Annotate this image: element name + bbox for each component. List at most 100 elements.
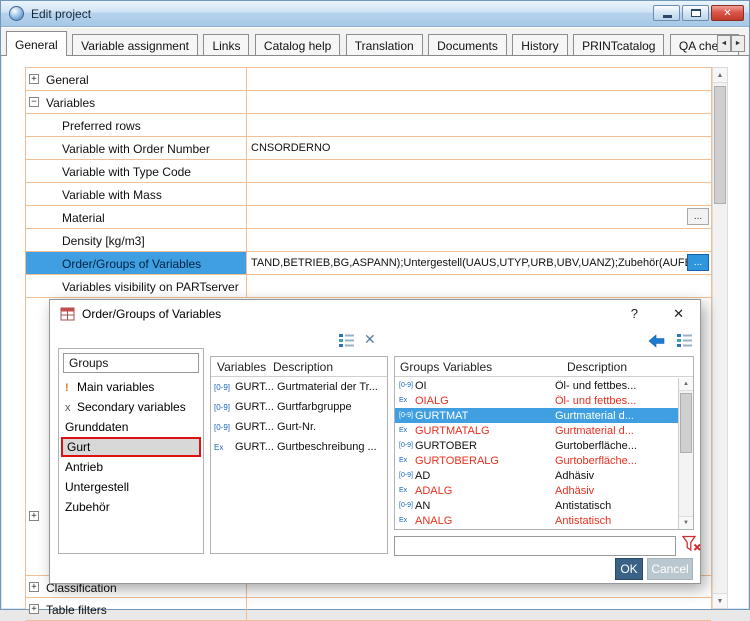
tab-documents[interactable]: Documents xyxy=(428,34,507,55)
row-variables-visibility-partserver[interactable]: Variables visibility on PARTserver xyxy=(26,275,711,298)
row-variables[interactable]: − Variables xyxy=(26,91,711,114)
text-variable-icon: Ex xyxy=(211,443,235,452)
variable-description: Öl- und fettbes... xyxy=(555,380,678,392)
assign-group-icon[interactable] xyxy=(338,333,355,351)
numeric-variable-icon: [0-9] xyxy=(211,423,235,432)
selection-row-gurtmatalg[interactable]: Ex GURTMATALG Gurtmaterial d... xyxy=(395,423,678,438)
browse-button[interactable]: ... xyxy=(687,254,709,271)
tab-history[interactable]: History xyxy=(512,34,567,55)
property-value: CNSORDERNO xyxy=(246,137,711,159)
numeric-variable-icon: [0-9] xyxy=(395,442,415,449)
expander-icon[interactable]: − xyxy=(29,97,39,107)
variable-name: GURTOBER xyxy=(415,440,555,452)
expander-icon[interactable]: + xyxy=(29,511,39,521)
remove-icon[interactable]: ✕ xyxy=(364,331,376,348)
tab-translation[interactable]: Translation xyxy=(346,34,423,55)
property-label: Preferred rows xyxy=(42,114,246,136)
property-label: Table filters xyxy=(42,598,246,620)
browse-button[interactable]: ... xyxy=(687,208,709,225)
tab-links[interactable]: Links xyxy=(203,34,249,55)
group-item-grunddaten[interactable]: Grunddaten xyxy=(59,417,203,437)
scroll-thumb[interactable] xyxy=(714,86,726,204)
minimize-button[interactable] xyxy=(653,5,680,21)
group-item-main-variables[interactable]: !Main variables xyxy=(59,377,203,397)
tab-printcatalog[interactable]: PRINTcatalog xyxy=(573,34,664,55)
main-scrollbar[interactable]: ▲ ▼ xyxy=(712,67,728,609)
tab-general[interactable]: General xyxy=(6,31,67,56)
tab-scroll-right-icon[interactable]: ► xyxy=(731,35,745,52)
tab-scroll-left-icon[interactable]: ◄ xyxy=(717,35,731,52)
variable-description: Adhäsiv xyxy=(555,470,678,482)
selection-row-ad[interactable]: [0-9] AD Adhäsiv xyxy=(395,468,678,483)
tab-variable-assignment[interactable]: Variable assignment xyxy=(72,34,198,55)
group-item-untergestell[interactable]: Untergestell xyxy=(59,477,203,497)
property-label: Density [kg/m3] xyxy=(42,229,246,251)
filter-clear-icon[interactable] xyxy=(682,535,702,556)
group-item-gurt[interactable]: Gurt xyxy=(61,437,201,457)
variable-description: Gurtmaterial d... xyxy=(555,425,678,437)
help-icon[interactable]: ? xyxy=(631,306,638,321)
expander-icon[interactable]: + xyxy=(29,74,39,84)
scroll-thumb[interactable] xyxy=(680,393,692,453)
variable-description: Antistatisch xyxy=(555,515,678,527)
row-general[interactable]: + General xyxy=(26,68,711,91)
numeric-variable-icon: [0-9] xyxy=(395,382,415,389)
close-button[interactable]: ✕ xyxy=(711,5,744,21)
dialog-title-bar[interactable]: Order/Groups of Variables ? ✕ xyxy=(50,300,700,328)
variable-description: Adhäsiv xyxy=(555,485,678,497)
row-material[interactable]: Material ... xyxy=(26,206,711,229)
tab-catalog-help[interactable]: Catalog help xyxy=(255,34,340,55)
group-item-secondary-variables[interactable]: xSecondary variables xyxy=(59,397,203,417)
scroll-up-icon[interactable]: ▲ xyxy=(713,68,727,83)
row-variable-with-mass[interactable]: Variable with Mass xyxy=(26,183,711,206)
ok-button[interactable]: OK xyxy=(615,558,643,580)
property-label: Variable with Order Number xyxy=(42,137,246,159)
variable-description: Gurtfarbgruppe xyxy=(273,401,387,413)
row-variable-with-order-number[interactable]: Variable with Order Number CNSORDERNO xyxy=(26,137,711,160)
variable-name: GURTOBERALG xyxy=(415,455,555,467)
group-variables-panel: Variables Description [0-9] GURT... Gurt… xyxy=(210,356,388,554)
group-label: Main variables xyxy=(77,380,154,394)
selection-row-gurtoberalg[interactable]: Ex GURTOBERALG Gurtoberfläche... xyxy=(395,453,678,468)
variable-name: GURT... xyxy=(235,381,273,393)
selection-row-an[interactable]: [0-9] AN Antistatisch xyxy=(395,498,678,513)
row-variable-with-type-code[interactable]: Variable with Type Code xyxy=(26,160,711,183)
group-item-zubehoer[interactable]: Zubehör xyxy=(59,497,203,517)
variable-row[interactable]: Ex GURT... Gurtbeschreibung ... xyxy=(211,437,387,457)
dialog-close-icon[interactable]: ✕ xyxy=(673,306,684,322)
filter-input[interactable] xyxy=(394,536,676,556)
property-label: Variable with Mass xyxy=(42,183,246,205)
expander-icon[interactable]: + xyxy=(29,604,39,614)
scroll-up-icon[interactable]: ▲ xyxy=(679,378,693,391)
selection-row-oi[interactable]: [0-9] OI Öl- und fettbes... xyxy=(395,378,678,393)
selection-row-gurtober[interactable]: [0-9] GURTOBER Gurtoberfläche... xyxy=(395,438,678,453)
cancel-button[interactable]: Cancel xyxy=(647,558,693,580)
numeric-variable-icon: [0-9] xyxy=(395,412,415,419)
selection-row-gurtmat[interactable]: [0-9] GURTMAT Gurtmaterial d... xyxy=(395,408,678,423)
maximize-button[interactable] xyxy=(682,5,709,21)
variable-description: Gurtoberfläche... xyxy=(555,455,678,467)
selection-row-adalg[interactable]: Ex ADALG Adhäsiv xyxy=(395,483,678,498)
scroll-down-icon[interactable]: ▼ xyxy=(713,593,727,608)
row-density[interactable]: Density [kg/m3] xyxy=(26,229,711,252)
panel-scrollbar[interactable]: ▲ ▼ xyxy=(678,378,693,529)
row-preferred-rows[interactable]: Preferred rows xyxy=(26,114,711,137)
main-variables-icon: ! xyxy=(65,382,77,394)
tab-bar: General Variable assignment Links Catalo… xyxy=(1,28,749,56)
selection-row-analg[interactable]: Ex ANALG Antistatisch xyxy=(395,513,678,528)
selection-row-oialg[interactable]: Ex OIALG Öl- und fettbes... xyxy=(395,393,678,408)
variable-row[interactable]: [0-9] GURT... Gurtmaterial der Tr... xyxy=(211,377,387,397)
title-bar[interactable]: Edit project ✕ xyxy=(1,1,749,27)
row-order-groups-of-variables[interactable]: Order/Groups of Variables TAND,BETRIEB,B… xyxy=(26,252,711,275)
property-value xyxy=(246,183,711,205)
move-left-icon[interactable] xyxy=(648,334,665,351)
variable-description: Gurtmaterial d... xyxy=(555,410,678,422)
variable-name: AN xyxy=(415,500,555,512)
group-list-icon[interactable] xyxy=(676,333,693,351)
group-item-antrieb[interactable]: Antrieb xyxy=(59,457,203,477)
variable-row[interactable]: [0-9] GURT... Gurt-Nr. xyxy=(211,417,387,437)
expander-icon[interactable]: + xyxy=(29,582,39,592)
variable-row[interactable]: [0-9] GURT... Gurtfarbgruppe xyxy=(211,397,387,417)
text-variable-icon: Ex xyxy=(395,517,415,524)
scroll-down-icon[interactable]: ▼ xyxy=(679,516,693,529)
